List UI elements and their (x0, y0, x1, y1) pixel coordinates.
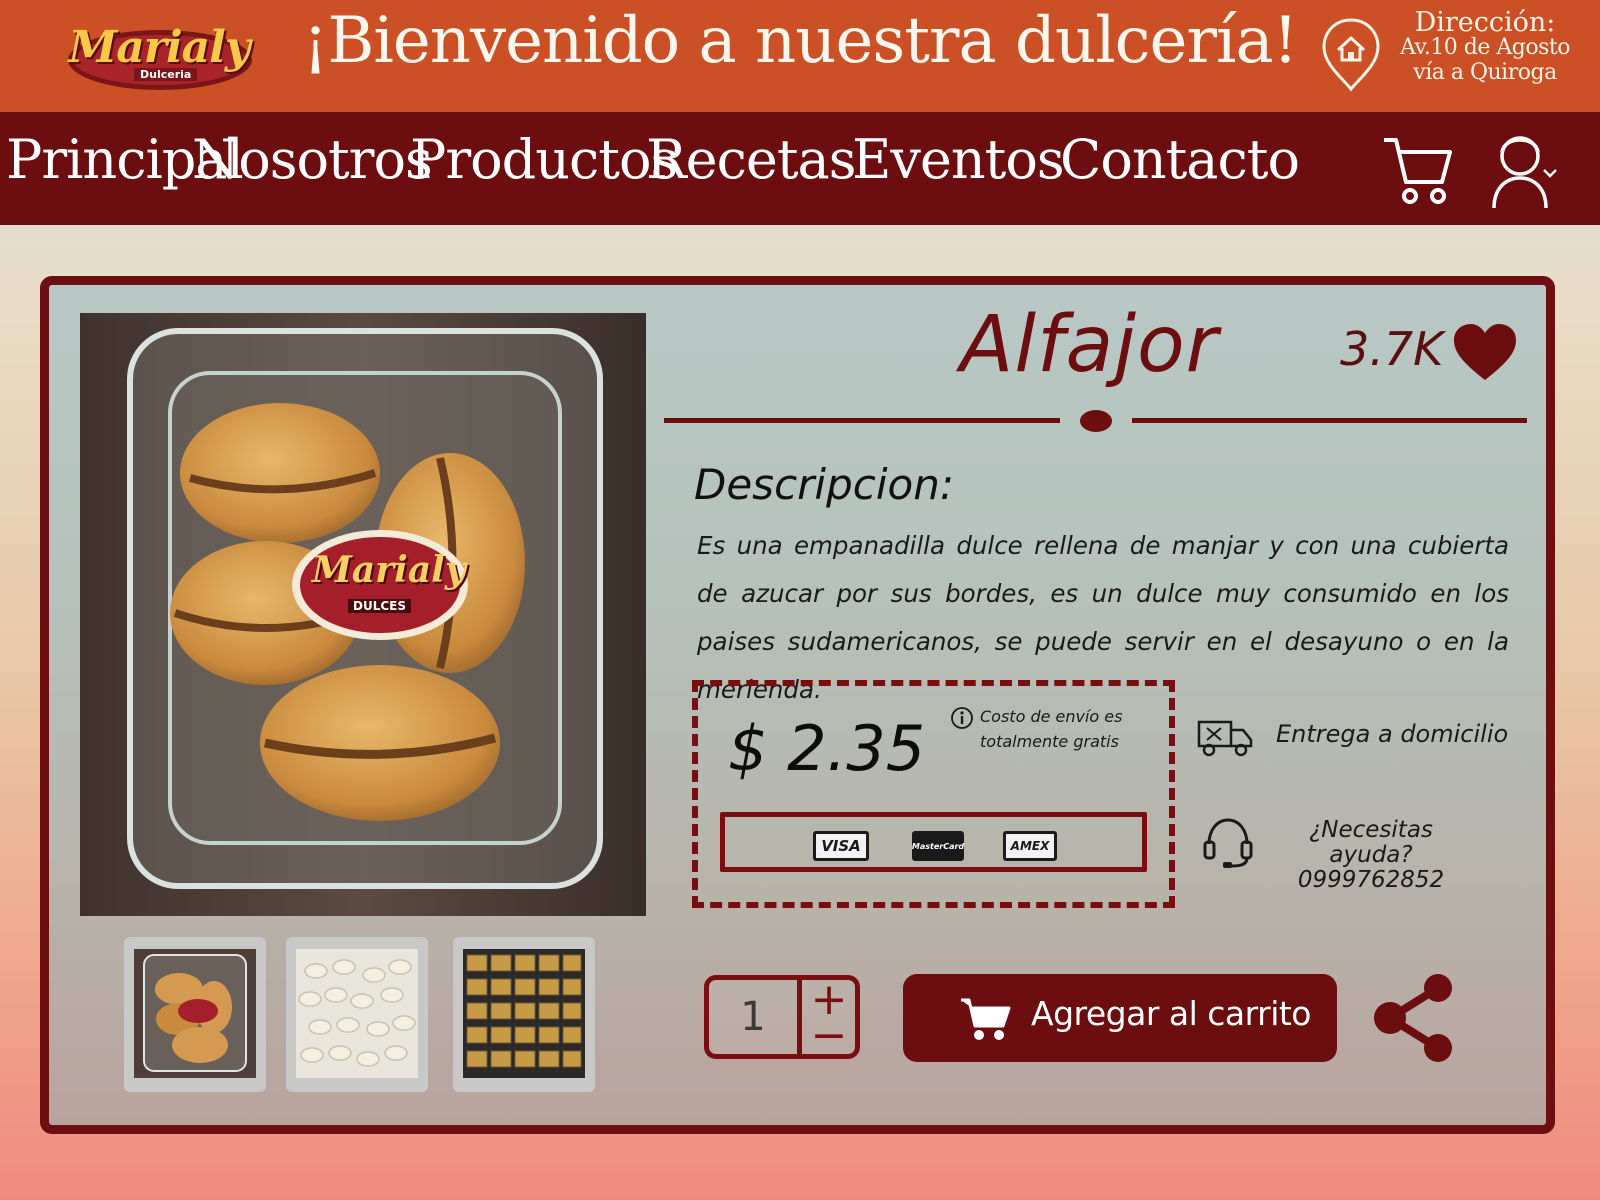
package-logo-subtext: DULCES (348, 599, 411, 613)
nav-item-recetas[interactable]: Recetas (646, 128, 856, 191)
decrease-quantity-button[interactable]: − (805, 1010, 853, 1061)
quantity-value[interactable]: 1 (709, 994, 797, 1040)
location-pin-home-icon (1322, 18, 1380, 92)
chevron-down-icon (1543, 169, 1557, 178)
price-value: $ 2.35 (728, 712, 926, 785)
package-logo-text: Marialy (312, 549, 466, 591)
logo-text: Marialy (68, 21, 251, 73)
nav-item-nosotros[interactable]: Nosotros (192, 128, 433, 191)
likes-count: 3.7K (1340, 322, 1444, 376)
thumbnail-2-image (296, 949, 418, 1078)
thumbnail-3-image (463, 949, 585, 1078)
welcome-heading: ¡Bienvenido a nuestra dulcería! (302, 4, 1299, 78)
nav-item-productos[interactable]: Productos (410, 128, 678, 191)
logo-subtext: Dulceria (134, 68, 198, 81)
heart-icon[interactable] (1452, 322, 1518, 382)
product-main-photo[interactable]: Marialy DULCES (80, 313, 646, 916)
delivery-truck-icon (1197, 720, 1253, 757)
address-label: Dirección: (1414, 7, 1556, 38)
home-delivery-label: Entrega a domicilio (1276, 720, 1509, 748)
nav-item-eventos[interactable]: Eventos (852, 128, 1065, 191)
quantity-separator (797, 980, 802, 1054)
visa-icon: VISA (813, 831, 869, 861)
info-icon (951, 707, 973, 729)
thumbnail-1-image (134, 949, 256, 1078)
amex-icon: AMEX (1003, 831, 1057, 861)
address-line-1: Av.10 de Agosto (1400, 35, 1570, 60)
title-divider (664, 410, 1527, 432)
help-question: ¿Necesitas ayuda? (1309, 817, 1433, 868)
address-block: Dirección: Av.10 de Agosto vía a Quiroga (1380, 7, 1590, 85)
nav-item-contacto[interactable]: Contacto (1060, 128, 1300, 191)
headset-support-icon (1203, 818, 1253, 868)
shopping-cart-icon[interactable] (1382, 132, 1452, 208)
share-icon[interactable] (1372, 972, 1456, 1064)
address-line-2: vía a Quiroga (1413, 60, 1557, 85)
quantity-stepper: 1 + − (704, 974, 860, 1061)
thumbnail-2[interactable] (286, 937, 428, 1092)
thumbnail-3[interactable] (453, 937, 595, 1092)
thumbnail-1[interactable] (124, 937, 266, 1092)
cart-icon (961, 998, 1011, 1040)
product-title: Alfajor (960, 300, 1219, 390)
alfajor-package-illustration (80, 313, 646, 916)
help-phone[interactable]: 0999762852 (1266, 868, 1476, 893)
help-block[interactable]: ¿Necesitas ayuda? 0999762852 (1266, 818, 1476, 893)
top-header-bar: Marialy Dulceria ¡Bienvenido a nuestra d… (0, 0, 1600, 112)
shipping-note: Costo de envío es totalmente gratis (980, 707, 1123, 751)
mastercard-icon: MasterCard (912, 831, 964, 861)
user-account-icon[interactable] (1490, 128, 1560, 210)
brand-logo[interactable]: Marialy Dulceria (64, 16, 254, 94)
add-to-cart-label: Agregar al carrito (1031, 994, 1312, 1033)
add-to-cart-button[interactable]: Agregar al carrito (903, 974, 1337, 1062)
payment-methods-strip: VISA MasterCard AMEX (720, 812, 1147, 872)
description-heading: Descripcion: (694, 460, 954, 509)
